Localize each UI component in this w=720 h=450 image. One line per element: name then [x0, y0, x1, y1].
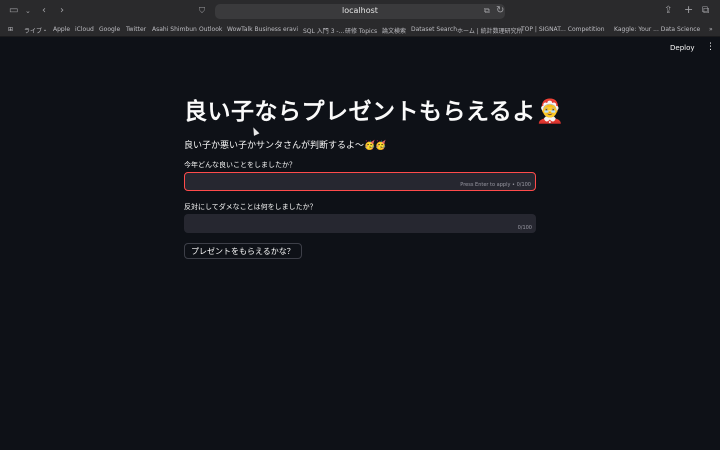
mouse-cursor-icon: [250, 126, 260, 136]
char-counter: 0/100: [517, 225, 532, 231]
deploy-button[interactable]: Deploy: [670, 44, 695, 52]
share-icon[interactable]: ⇪: [664, 6, 672, 16]
submit-button[interactable]: プレゼントをもらえるかな？: [184, 243, 302, 259]
bookmark-item[interactable]: Asahi Shimbun: [152, 26, 197, 33]
input-hint: Press Enter to apply • 0/100: [460, 182, 531, 188]
bookmarks-grid-icon[interactable]: ⊞: [8, 26, 13, 33]
page-title: 良い子ならプレゼントもらえるよ🤶: [184, 99, 565, 125]
more-bookmarks-icon[interactable]: »: [709, 26, 713, 33]
bookmark-item[interactable]: WowTalk Business: [227, 26, 281, 33]
address-bar[interactable]: localhost: [215, 4, 505, 19]
bookmarks-bar: ⊞ ライブ・ Apple iCloud Google Twitter Asahi…: [0, 22, 720, 37]
bookmark-item[interactable]: Outlook: [199, 26, 222, 33]
bookmark-item[interactable]: Kaggle: Your ... Data Science: [614, 26, 700, 33]
bookmark-item[interactable]: ライブ・: [24, 26, 48, 35]
bookmark-item[interactable]: Google: [99, 26, 120, 33]
bad-deeds-field[interactable]: 0/100: [184, 214, 536, 233]
bookmark-item[interactable]: Dataset Search: [411, 26, 457, 33]
shield-icon[interactable]: ⛉: [199, 6, 205, 16]
forward-icon[interactable]: ›: [60, 6, 64, 16]
good-deeds-label: 今年どんな良いことをしましたか？: [184, 161, 296, 169]
chevron-down-icon[interactable]: ⌄: [25, 6, 31, 16]
browser-toolbar: ▭ ⌄ ‹ › ⛉ localhost ⧉ ↻ ⇪ + ⧉: [0, 0, 720, 22]
translate-icon[interactable]: ⧉: [484, 6, 490, 16]
page-subtitle: 良い子か悪い子かサンタさんが判断するよ〜🥳🥳: [184, 141, 387, 151]
bad-deeds-input[interactable]: [188, 216, 532, 230]
bookmark-item[interactable]: 論文検索: [382, 26, 406, 35]
new-tab-icon[interactable]: +: [684, 4, 693, 15]
bookmark-item[interactable]: 研修 Topics: [345, 26, 377, 35]
bookmark-item[interactable]: Apple: [53, 26, 70, 33]
good-deeds-field[interactable]: Press Enter to apply • 0/100: [184, 172, 536, 191]
bookmark-item[interactable]: iCloud: [75, 26, 94, 33]
bookmark-item[interactable]: ホーム | 統計数理研究所: [457, 26, 523, 35]
tab-overview-icon[interactable]: ⧉: [702, 6, 709, 16]
sidebar-toggle-icon[interactable]: ▭: [9, 6, 18, 16]
bad-deeds-label: 反対にしてダメなことは何をしましたか？: [184, 203, 317, 211]
main-menu-icon[interactable]: ⋮: [706, 42, 715, 52]
bookmark-item[interactable]: TOP | SIGNAT... Competition: [521, 26, 605, 33]
bookmark-item[interactable]: Twitter: [126, 26, 146, 33]
bookmark-item[interactable]: SQL 入門 3 -...: [303, 26, 344, 35]
reload-icon[interactable]: ↻: [496, 6, 504, 16]
url-text: localhost: [342, 6, 378, 15]
back-icon[interactable]: ‹: [42, 6, 46, 16]
bookmark-item[interactable]: eravi: [283, 26, 298, 33]
